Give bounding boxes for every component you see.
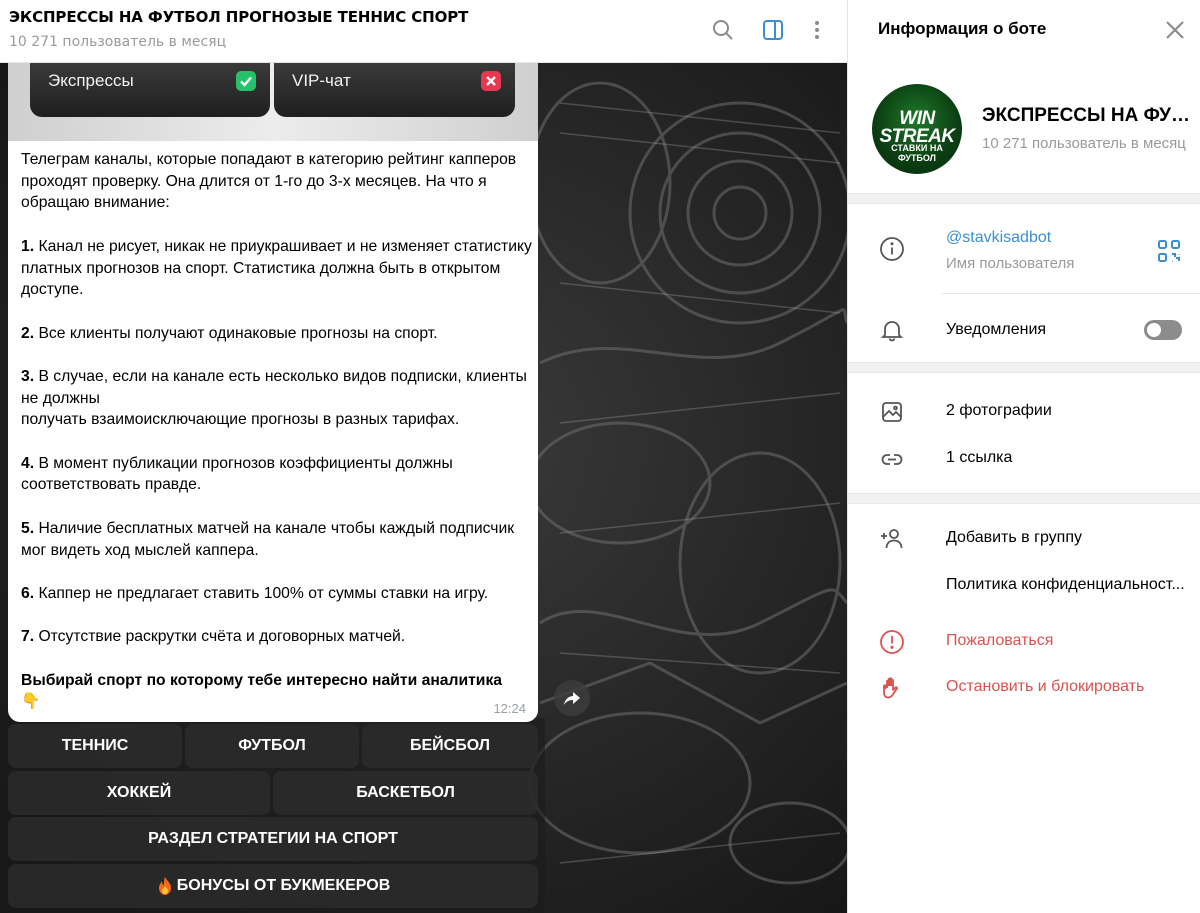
panel-title: Информация о боте <box>878 19 1047 38</box>
message-point: получать взаимоисключающие прогнозы в ра… <box>21 411 460 429</box>
keyboard-button-label: БОНУСЫ ОТ БУКМЕКЕРОВ <box>176 877 391 894</box>
search-icon[interactable] <box>710 17 736 43</box>
message-time: 12:24 <box>493 701 526 716</box>
media-card-vip: VIP-чат <box>274 63 515 117</box>
chat-header: ЭКСПРЕССЫ НА ФУТБОЛ ПРОГНОЗЫЕ ТЕННИС СПО… <box>0 0 847 63</box>
media-card-express: Экспрессы <box>30 63 270 117</box>
avatar-logo-subtext: СТАВКИ НА ФУТБОЛ <box>891 143 943 163</box>
message-bubble[interactable]: Экспрессы VIP-чат Телеграм каналы, котор… <box>8 63 538 722</box>
report-button[interactable]: Пожаловаться <box>946 632 1053 650</box>
avatar-logo-text: WIN STREAK <box>879 108 955 147</box>
add-user-icon <box>878 525 906 553</box>
close-icon[interactable] <box>1164 19 1186 41</box>
notifications-toggle[interactable] <box>1144 320 1182 340</box>
check-icon <box>236 71 256 91</box>
notifications-label: Уведомления <box>946 321 1047 338</box>
message-point: 6. Каппер не предлагает ставить 100% от … <box>21 584 489 602</box>
fire-icon <box>158 877 171 895</box>
message-point: 5. Наличие бесплатных матчей на канале ч… <box>21 519 515 559</box>
links-count[interactable]: 1 ссылка <box>946 449 1012 467</box>
keyboard-button-basketball[interactable]: БАСКЕТБОЛ <box>273 771 538 815</box>
avatar[interactable]: WIN STREAK СТАВКИ НА ФУТБОЛ <box>872 84 962 174</box>
media-card-label: Экспрессы <box>48 71 134 90</box>
section-divider <box>848 193 1200 204</box>
keyboard-button-bonuses[interactable]: БОНУСЫ ОТ БУКМЕКЕРОВ <box>8 864 538 908</box>
share-button[interactable] <box>554 680 590 716</box>
keyboard-button-baseball[interactable]: БЕЙСБОЛ <box>362 724 538 768</box>
block-button[interactable]: Остановить и блокировать <box>946 678 1144 696</box>
privacy-policy-button[interactable]: Политика конфиденциальност... <box>946 576 1185 594</box>
message-point: 4. В момент публикации прогнозов коэффиц… <box>21 454 453 494</box>
add-to-group-button[interactable]: Добавить в группу <box>946 529 1082 547</box>
chat-title[interactable]: ЭКСПРЕССЫ НА ФУТБОЛ ПРОГНОЗЫЕ ТЕННИС СПО… <box>9 8 468 26</box>
report-icon <box>878 628 906 656</box>
point-down-emoji: 👇 <box>21 693 41 711</box>
link-icon <box>878 445 906 473</box>
bot-monthly-users: 10 271 пользователь в месяц <box>982 135 1186 152</box>
bot-username[interactable]: @stavkisadbot <box>946 229 1051 247</box>
keyboard-button-football[interactable]: ФУТБОЛ <box>185 724 359 768</box>
message-point: 1. Канал не рисует, никак не приукрашива… <box>21 237 532 299</box>
message-outro: Выбирай спорт по которому тебе интересно… <box>21 671 503 689</box>
username-label: Имя пользователя <box>946 255 1075 272</box>
info-icon <box>878 235 906 263</box>
keyboard-button-tennis[interactable]: ТЕННИС <box>8 724 182 768</box>
cross-icon <box>481 71 501 91</box>
qr-code-icon[interactable] <box>1156 238 1182 264</box>
keyboard-button-hockey[interactable]: ХОККЕЙ <box>8 771 270 815</box>
photos-count[interactable]: 2 фотографии <box>946 402 1052 420</box>
bot-info-panel: Информация о боте WIN STREAK СТАВКИ НА ФУТ… <box>847 0 1200 913</box>
bell-icon <box>878 316 906 344</box>
photo-icon <box>878 398 906 426</box>
message-point: 2. Все клиенты получают одинаковые прогн… <box>21 324 438 342</box>
more-vertical-icon[interactable] <box>804 17 830 43</box>
message-text: Телеграм каналы, которые попадают в кате… <box>21 149 533 713</box>
message-point: 7. Отсутствие раскрутки счёта и договорн… <box>21 628 406 646</box>
message-image[interactable]: Экспрессы VIP-чат <box>8 63 538 141</box>
row-divider <box>942 293 1200 294</box>
keyboard-button-strategies[interactable]: РАЗДЕЛ СТРАТЕГИИ НА СПОРТ <box>8 817 538 861</box>
bot-name: ЭКСПРЕССЫ НА ФУТБОЛ ПРОГНОЗЫЕ ТЕННИС СПО… <box>982 105 1192 126</box>
section-divider <box>848 493 1200 504</box>
share-icon <box>564 692 580 705</box>
chat-subtitle: 10 271 пользователь в месяц <box>9 34 227 50</box>
media-card-label: VIP-чат <box>292 71 351 90</box>
section-divider <box>848 362 1200 373</box>
chat-area: ЭКСПРЕССЫ НА ФУТБОЛ ПРОГНОЗЫЕ ТЕННИС СПО… <box>0 0 847 913</box>
message-intro: Телеграм каналы, которые попадают в кате… <box>21 151 517 212</box>
message-point: 3. В случае, если на канале есть несколь… <box>21 367 527 407</box>
sidebar-toggle-icon[interactable] <box>760 17 786 43</box>
stop-hand-icon <box>878 674 906 702</box>
